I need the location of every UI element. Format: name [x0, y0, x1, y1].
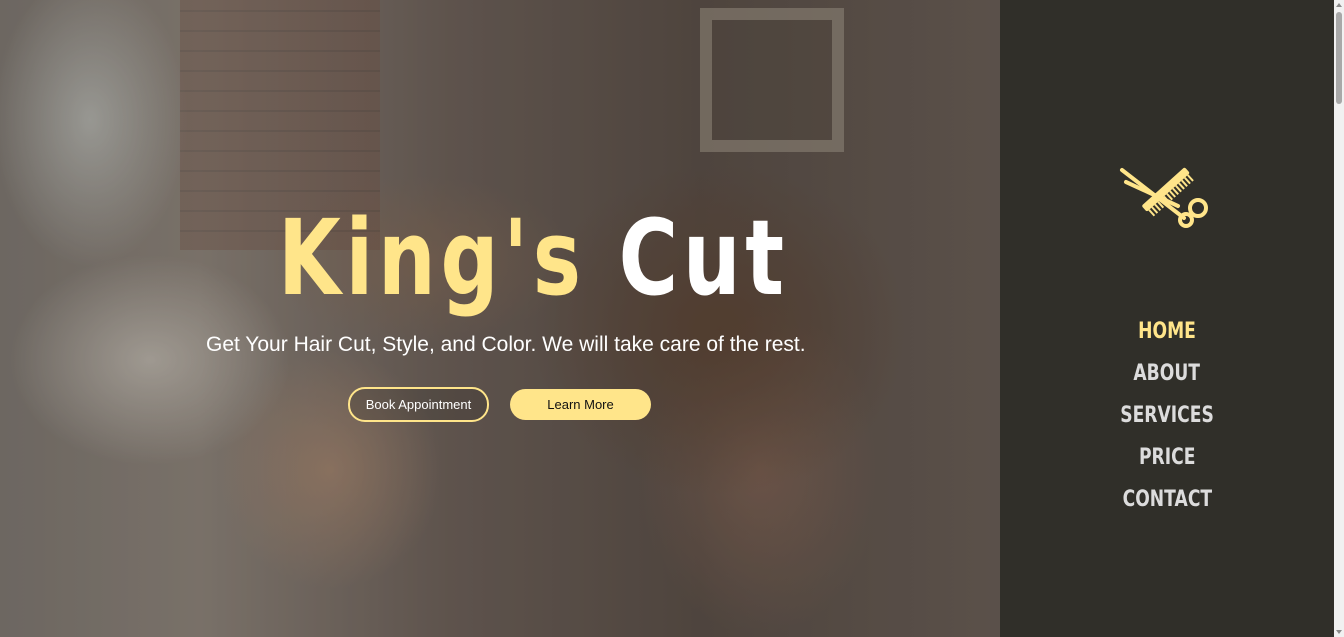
nav-link-about[interactable]: ABOUT	[1134, 359, 1201, 389]
vertical-scrollbar[interactable]	[1334, 0, 1344, 637]
hero-title-cut: Cut	[618, 197, 789, 319]
nav-link-services[interactable]: SERVICES	[1120, 401, 1214, 431]
learn-more-button[interactable]: Learn More	[510, 389, 651, 420]
nav-item-price: PRICE	[1000, 443, 1334, 485]
nav-link-contact[interactable]: CONTACT	[1122, 485, 1212, 515]
nav-link-home[interactable]: HOME	[1138, 317, 1196, 347]
hero-tagline: Get Your Hair Cut, Style, and Color. We …	[206, 333, 806, 356]
sidebar: HOME ABOUT SERVICES PRICE CONTACT	[1000, 0, 1334, 637]
book-appointment-button[interactable]: Book Appointment	[348, 387, 489, 422]
scissors-and-comb-icon[interactable]	[1118, 160, 1210, 230]
nav-link-price[interactable]: PRICE	[1139, 443, 1196, 473]
hero-title-kings: King's	[278, 197, 586, 319]
page: King's Cut Get Your Hair Cut, Style, and…	[0, 0, 1344, 637]
nav-item-contact: CONTACT	[1000, 485, 1334, 527]
main-nav: HOME ABOUT SERVICES PRICE CONTACT	[1000, 317, 1334, 527]
scroll-up-arrow-icon[interactable]	[1336, 3, 1342, 7]
nav-item-services: SERVICES	[1000, 401, 1334, 443]
nav-item-home: HOME	[1000, 317, 1334, 359]
nav-item-about: ABOUT	[1000, 359, 1334, 401]
scroll-down-arrow-icon[interactable]	[1336, 630, 1342, 634]
hero-title: King's Cut	[278, 198, 789, 318]
hero-section: King's Cut Get Your Hair Cut, Style, and…	[0, 0, 1000, 637]
scrollbar-thumb[interactable]	[1336, 12, 1342, 104]
